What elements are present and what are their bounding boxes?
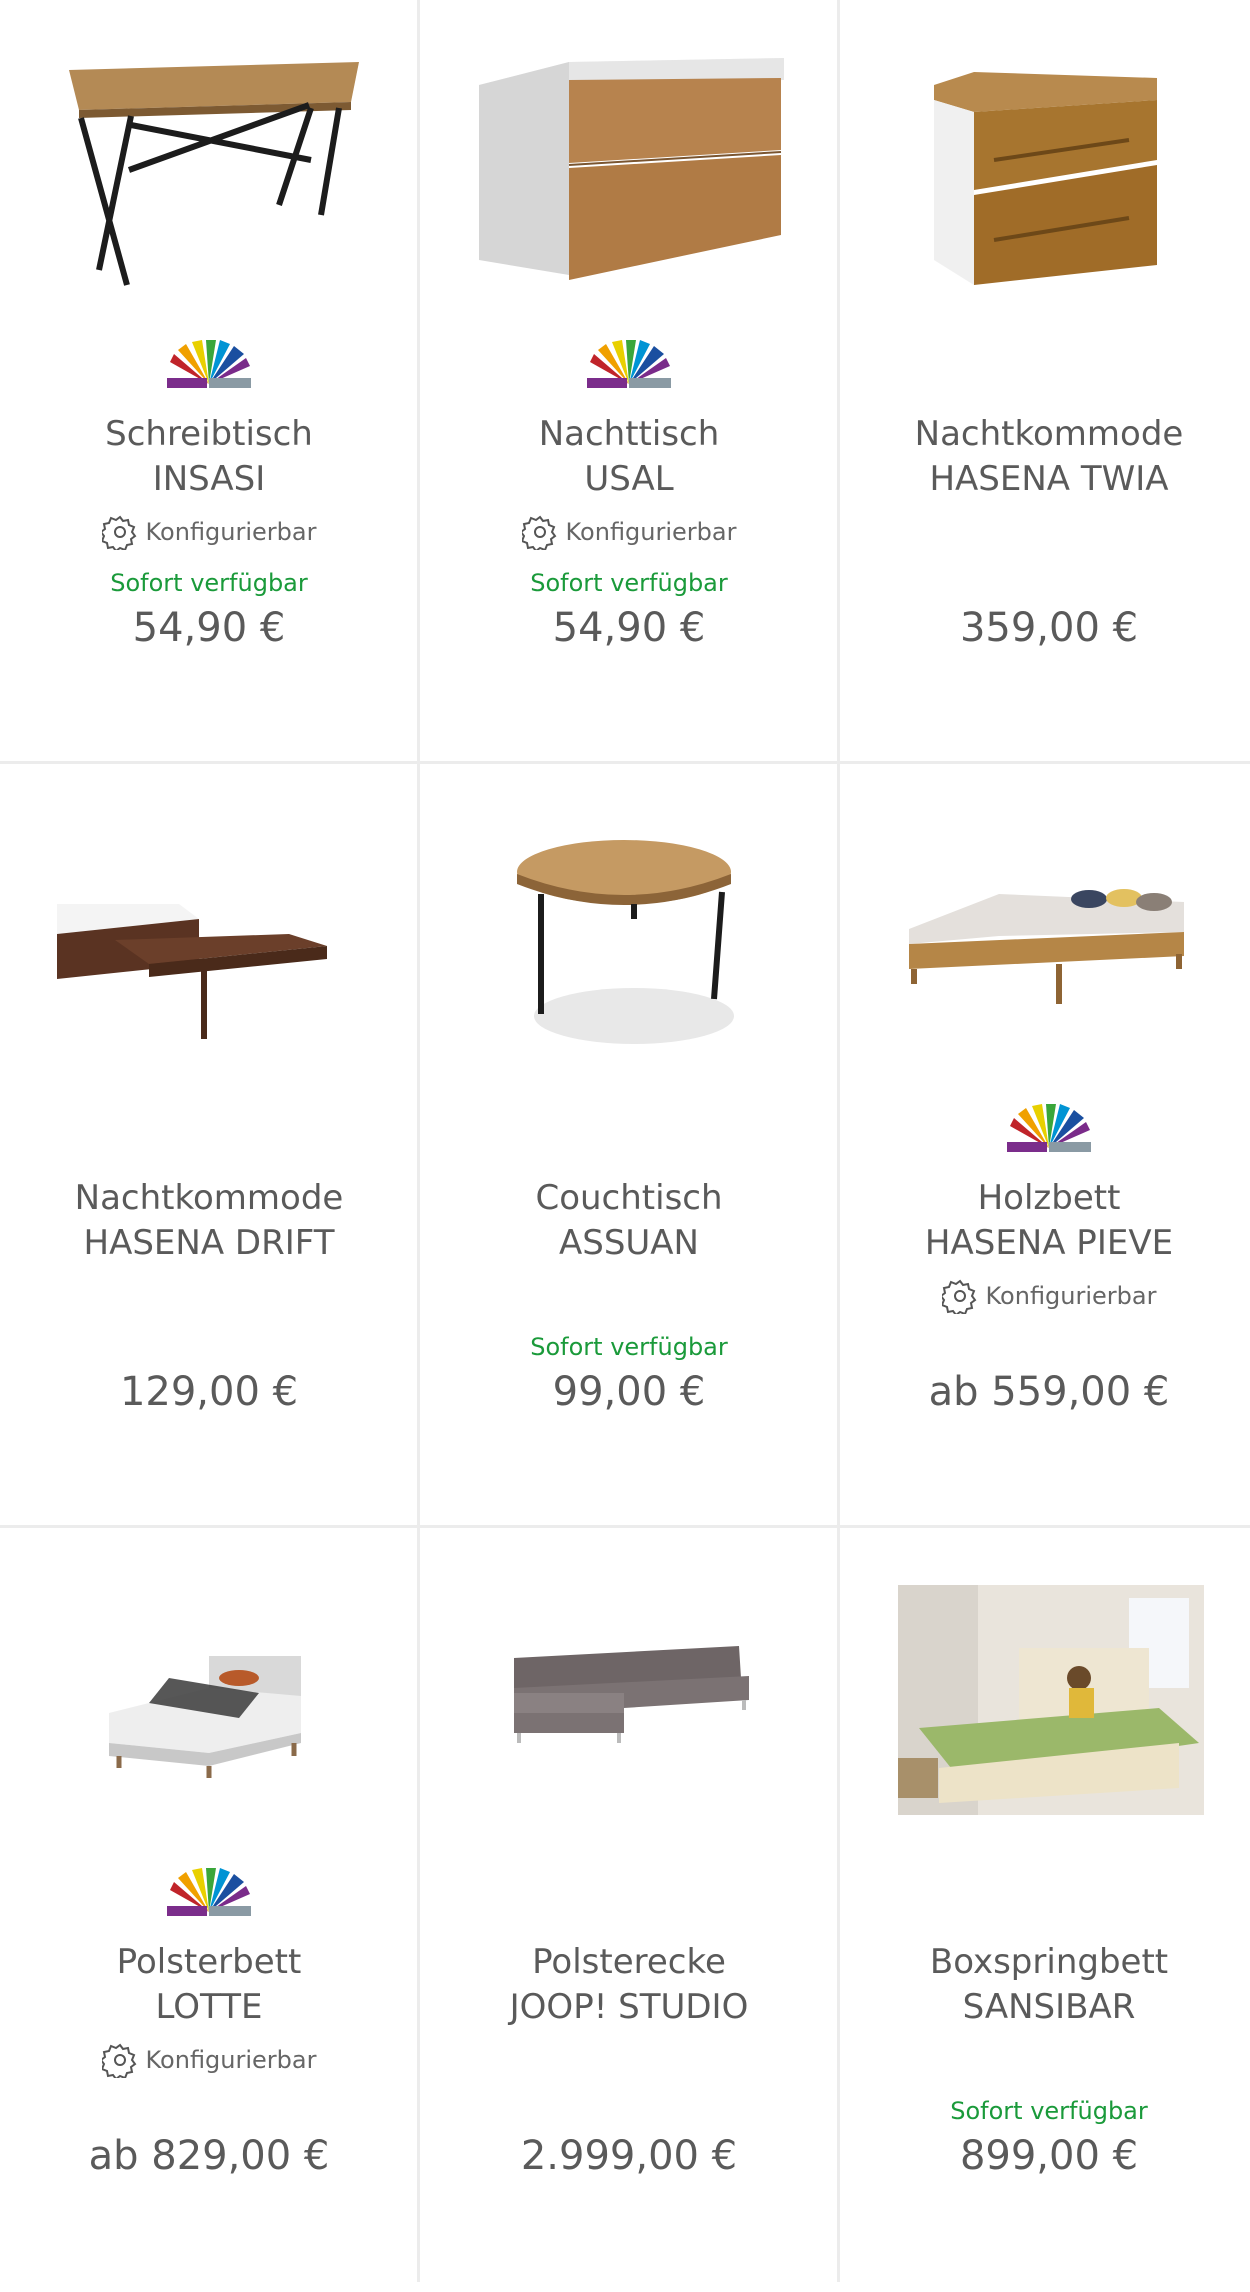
product-model: USAL [584, 459, 674, 499]
upholstered-bed-icon[interactable] [0, 1528, 418, 1858]
product-card[interactable]: Nachtkommode HASENA DRIFT 129,00 € [0, 764, 418, 1528]
product-card[interactable]: Schreibtisch INSASI Konfigurierbar Sofor… [0, 0, 418, 764]
configurable-label: Konfigurierbar [145, 2046, 317, 2074]
color-swatch-icon [840, 1104, 1250, 1154]
product-title[interactable]: Nachttisch USAL [420, 412, 838, 502]
product-price: 899,00 € [959, 2133, 1139, 2179]
product-name: Boxspringbett [929, 1942, 1169, 1982]
product-card[interactable]: Boxspringbett SANSIBAR Sofort verfügbar … [840, 1528, 1250, 2292]
availability-label: Sofort verfügbar [530, 1333, 728, 1361]
product-price: 2.999,00 € [520, 2133, 738, 2179]
gear-icon [941, 1279, 976, 1314]
product-model: HASENA DRIFT [83, 1223, 335, 1263]
product-price: 54,90 € [132, 605, 286, 651]
configurable-badge: Konfigurierbar [0, 2042, 418, 2078]
product-name: Nachttisch [538, 414, 720, 454]
product-card[interactable]: Polsterbett LOTTE Konfigurierbar ab 829,… [0, 1528, 418, 2292]
product-title[interactable]: Polsterecke JOOP! STUDIO [420, 1940, 838, 2030]
product-card[interactable]: Holzbett HASENA PIEVE Konfigurierbar ab … [840, 764, 1250, 1528]
product-name: Nachtkommode [914, 414, 1184, 454]
product-card[interactable]: Polsterecke JOOP! STUDIO 2.999,00 € [420, 1528, 838, 2292]
configurable-badge: Konfigurierbar [420, 514, 838, 550]
bedside-shelf-icon[interactable] [0, 764, 418, 1094]
product-card[interactable]: Couchtisch ASSUAN Sofort verfügbar 99,00… [420, 764, 838, 1528]
product-title[interactable]: Polsterbett LOTTE [0, 1940, 418, 2030]
product-title[interactable]: Couchtisch ASSUAN [420, 1176, 838, 1266]
gear-icon [101, 515, 136, 550]
wood-bed-icon[interactable] [840, 764, 1250, 1094]
product-name: Schreibtisch [105, 414, 313, 454]
product-model: ASSUAN [558, 1223, 699, 1263]
product-price: ab 559,00 € [928, 1369, 1170, 1415]
configurable-label: Konfigurierbar [145, 518, 317, 546]
product-model: JOOP! STUDIO [509, 1987, 749, 2027]
product-card[interactable]: Nachttisch USAL Konfigurierbar Sofort ve… [420, 0, 838, 764]
availability-label: Sofort verfügbar [530, 569, 728, 597]
color-swatch-icon [0, 1868, 418, 1918]
product-price: 129,00 € [119, 1369, 299, 1415]
product-name: Holzbett [977, 1178, 1121, 1218]
nightstand-wood-icon[interactable] [840, 0, 1250, 330]
configurable-badge: Konfigurierbar [0, 514, 418, 550]
boxspring-bed-photo[interactable] [840, 1528, 1250, 1858]
desk-icon[interactable] [0, 0, 418, 330]
product-price: 99,00 € [552, 1369, 706, 1415]
product-title[interactable]: Boxspringbett SANSIBAR [840, 1940, 1250, 2030]
configurable-label: Konfigurierbar [565, 518, 737, 546]
availability-label: Sofort verfügbar [950, 2097, 1148, 2125]
product-title[interactable]: Schreibtisch INSASI [0, 412, 418, 502]
product-name: Polsterecke [532, 1942, 726, 1982]
product-model: INSASI [152, 459, 266, 499]
color-swatch-icon [420, 340, 838, 390]
product-name: Couchtisch [535, 1178, 723, 1218]
product-grid: Schreibtisch INSASI Konfigurierbar Sofor… [0, 0, 1250, 2282]
product-title[interactable]: Nachtkommode HASENA TWIA [840, 412, 1250, 502]
corner-sofa-icon[interactable] [420, 1528, 838, 1858]
product-model: SANSIBAR [962, 1987, 1136, 2027]
product-name: Nachtkommode [74, 1178, 344, 1218]
product-price: 359,00 € [959, 605, 1139, 651]
product-title[interactable]: Nachtkommode HASENA DRIFT [0, 1176, 418, 1266]
gear-icon [101, 2043, 136, 2078]
nightstand-white-icon[interactable] [420, 0, 838, 330]
product-model: LOTTE [155, 1987, 263, 2027]
availability-label: Sofort verfügbar [110, 569, 308, 597]
configurable-badge: Konfigurierbar [840, 1278, 1250, 1314]
product-model: HASENA PIEVE [924, 1223, 1174, 1263]
coffee-table-icon[interactable] [420, 764, 838, 1094]
product-price: 54,90 € [552, 605, 706, 651]
configurable-label: Konfigurierbar [985, 1282, 1157, 1310]
product-name: Polsterbett [116, 1942, 302, 1982]
product-price: ab 829,00 € [88, 2133, 330, 2179]
product-model: HASENA TWIA [929, 459, 1169, 499]
product-card[interactable]: Nachtkommode HASENA TWIA 359,00 € [840, 0, 1250, 764]
gear-icon [521, 515, 556, 550]
color-swatch-icon [0, 340, 418, 390]
product-title[interactable]: Holzbett HASENA PIEVE [840, 1176, 1250, 1266]
